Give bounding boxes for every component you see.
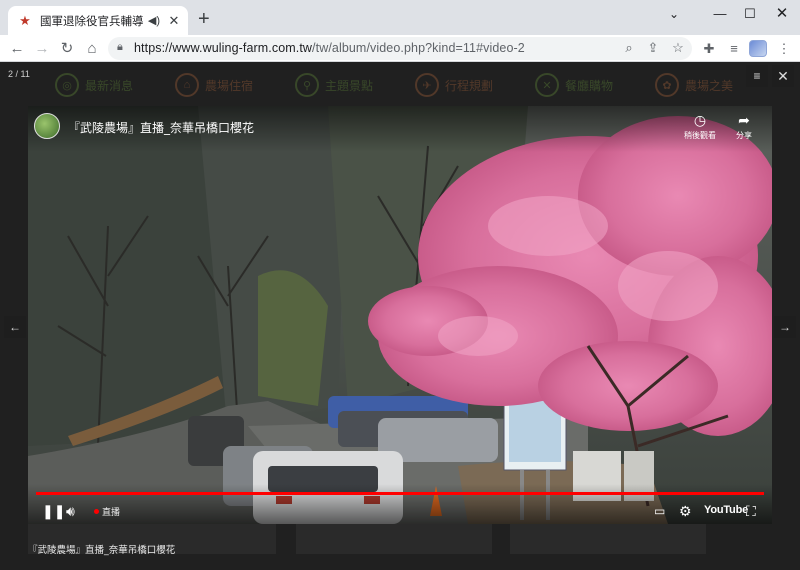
browser-tab[interactable]: ★ 國軍退除役官兵輔導委員會武 ◀) ✕ (8, 6, 188, 35)
lock-icon[interactable]: 🔒︎ (117, 41, 123, 54)
clock-icon: ◷ (693, 112, 707, 128)
url-path: /tw/album/video.php?kind=11#video-2 (312, 41, 525, 55)
share-button[interactable]: ➦ 分享 (724, 112, 764, 141)
lightbox-overlay: ◎ 最新消息 ⌂ 農場住宿 ⚲ 主題景點 ✈ 行程規劃 ✕ 餐廳購物 ✿ 農場之美 2 / … (0, 62, 800, 570)
reload-icon[interactable]: ↻ (56, 38, 78, 60)
attractions-icon: ⚲ (295, 73, 319, 97)
background-strip (296, 524, 492, 554)
volume-icon[interactable]: 🔊︎ (66, 503, 75, 519)
youtube-logo[interactable]: YouTube (704, 504, 748, 516)
close-tab-icon[interactable]: ✕ (166, 13, 182, 29)
youtube-video-player[interactable]: 『武陵農場』直播_奈華吊橋口櫻花 ◷ 稍後觀看 ➦ 分享 ❚❚ 🔊︎ 直播 ▭ … (28, 106, 772, 524)
video-frame-image (28, 106, 772, 524)
pause-icon[interactable]: ❚❚ (42, 503, 65, 519)
progress-bar[interactable] (36, 492, 764, 495)
extensions-puzzle-icon[interactable]: ✚ (699, 39, 719, 59)
nav-item-lodging[interactable]: ⌂ 農場住宿 (175, 68, 295, 102)
nav-item-dining[interactable]: ✕ 餐廳購物 (535, 68, 655, 102)
lightbox-menu-icon[interactable]: ≡ (746, 65, 768, 87)
nav-item-itinerary[interactable]: ✈ 行程規劃 (415, 68, 535, 102)
nav-label: 主題景點 (325, 78, 374, 93)
lightbox-close-icon[interactable]: ✕ (772, 65, 794, 87)
site-navigation: ◎ 最新消息 ⌂ 農場住宿 ⚲ 主題景點 ✈ 行程規劃 ✕ 餐廳購物 ✿ 農場之美 (55, 68, 775, 102)
channel-avatar[interactable] (34, 113, 60, 139)
browser-toolbar: ← → ↻ ⌂ 🔒︎ https://www.wuling-farm.com.t… (0, 35, 800, 62)
live-label[interactable]: 直播 (102, 505, 120, 518)
profile-avatar[interactable] (749, 40, 767, 57)
forward-arrow-icon[interactable]: → (31, 38, 53, 60)
nav-label: 農場住宿 (205, 78, 254, 93)
nav-label: 最新消息 (85, 78, 134, 93)
itinerary-icon: ✈ (415, 73, 439, 97)
nav-label: 行程規劃 (445, 78, 494, 93)
previous-slide-arrow-icon[interactable]: ← (4, 316, 26, 338)
beauty-icon: ✿ (655, 73, 679, 97)
share-arrow-icon: ➦ (738, 112, 750, 128)
url-domain: https://www.wuling-farm.com.tw (134, 41, 313, 55)
close-window-button[interactable]: ✕ (762, 0, 800, 30)
share-label: 分享 (736, 131, 752, 140)
live-indicator-dot (94, 509, 99, 514)
nav-item-attractions[interactable]: ⚲ 主題景點 (295, 68, 415, 102)
next-slide-arrow-icon[interactable]: → (774, 316, 796, 338)
dining-icon: ✕ (535, 73, 559, 97)
nav-label: 農場之美 (685, 78, 734, 93)
new-tab-button[interactable]: + (198, 9, 210, 29)
settings-gear-icon[interactable]: ⚙ (679, 503, 692, 519)
slide-counter: 2 / 11 (8, 69, 30, 79)
nav-label: 餐廳購物 (565, 78, 614, 93)
url-text: https://www.wuling-farm.com.tw/tw/album/… (134, 41, 525, 55)
lodging-icon: ⌂ (175, 73, 199, 97)
tab-search-chevron-icon[interactable]: ⌄ (654, 0, 694, 30)
address-bar[interactable]: 🔒︎ https://www.wuling-farm.com.tw/tw/alb… (108, 37, 692, 60)
watch-later-button[interactable]: ◷ 稍後觀看 (680, 112, 720, 141)
video-title[interactable]: 『武陵農場』直播_奈華吊橋口櫻花 (68, 119, 254, 136)
watch-later-label: 稍後觀看 (684, 131, 716, 140)
tab-strip: ★ 國軍退除役官兵輔導委員會武 ◀) ✕ + ⌄ — ☐ ✕ (0, 0, 800, 35)
background-strip (510, 524, 706, 554)
back-arrow-icon[interactable]: ← (6, 38, 28, 60)
lightbox-caption: 『武陵農場』直播_奈華吊橋口櫻花 (28, 545, 176, 556)
news-icon: ◎ (55, 73, 79, 97)
share-page-icon[interactable]: ⇪ (644, 40, 662, 56)
home-icon[interactable]: ⌂ (81, 38, 103, 60)
bookmark-star-icon[interactable]: ☆ (669, 40, 687, 56)
audio-playing-icon[interactable]: ◀) (148, 14, 160, 27)
fullscreen-icon[interactable]: ⛶ (746, 503, 756, 519)
nav-item-news[interactable]: ◎ 最新消息 (55, 68, 175, 102)
chrome-menu-icon[interactable]: ⋮ (774, 39, 794, 59)
site-favicon-icon: ★ (19, 12, 31, 28)
tab-title: 國軍退除役官兵輔導委員會武 (40, 13, 144, 28)
subtitles-icon[interactable]: ▭ (654, 503, 665, 519)
reading-list-icon[interactable]: ≡ (724, 39, 744, 59)
zoom-icon[interactable]: ⌕ (620, 40, 638, 56)
